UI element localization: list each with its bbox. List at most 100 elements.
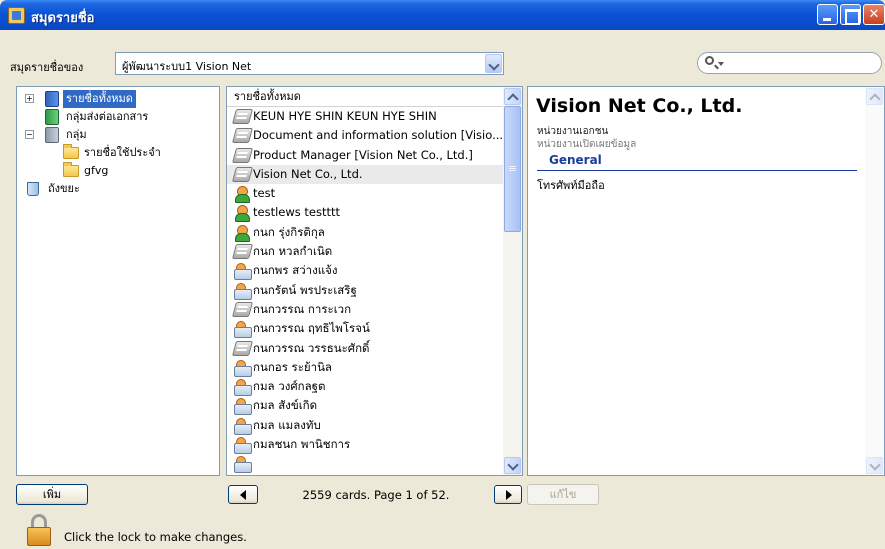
contact-name: KEUN HYE SHIN KEUN HYE SHIN	[253, 109, 437, 123]
detail-section-heading: General	[549, 153, 602, 167]
scroll-thumb[interactable]	[504, 106, 521, 232]
contact-row[interactable]: กนกวรรณ ฤทธิไพโรจน์	[227, 319, 503, 339]
window-title: สมุดรายชื่อ	[31, 11, 95, 26]
search-options-chevron-icon[interactable]	[718, 62, 724, 66]
contact-row[interactable]: กนกพร สว่างแจ้ง	[227, 261, 503, 281]
contact-name: กมล แมลงทับ	[253, 417, 321, 432]
title-bar[interactable]: สมุดรายชื่อ ✕	[0, 0, 885, 30]
minimize-icon[interactable]	[817, 4, 838, 25]
contact-row[interactable]: กนกวรรณ วรรธนะศักดิ์	[227, 339, 503, 358]
contact-list-body: KEUN HYE SHIN KEUN HYE SHIN Document and…	[227, 107, 503, 475]
person-icon	[234, 205, 251, 223]
card-icon	[234, 456, 252, 474]
tree-item-label: ถังขยะ	[48, 182, 80, 195]
contact-row[interactable]: Document and information solution [Visio…	[227, 126, 503, 145]
detail-field-mobile: โทรศัพท์มือถือ	[537, 179, 605, 192]
previous-page-icon[interactable]	[228, 485, 258, 504]
tree-item-label: รายชื่อใช้ประจำ	[84, 146, 161, 159]
forward-book-icon	[45, 109, 59, 125]
card-icon	[234, 321, 252, 339]
org-icon	[231, 244, 254, 260]
detail-contact-name: Vision Net Co., Ltd.	[536, 95, 743, 117]
contact-row[interactable]: กนก หวลกำเนิด	[227, 242, 503, 261]
contact-name: กนกพร สว่างแจ้ง	[253, 263, 338, 278]
tree-item-all-contacts[interactable]: + รายชื่อทั้งหมด	[23, 90, 219, 108]
maximize-icon[interactable]	[840, 4, 861, 25]
contact-name: Product Manager [Vision Net Co., Ltd.]	[253, 147, 473, 162]
contact-name: กมลชนก พานิชการ	[253, 437, 351, 452]
contact-list: รายชื่อทั้งหมด KEUN HYE SHIN KEUN HYE SH…	[226, 86, 523, 476]
detail-visibility: หน่วยงานเปิดเผยข้อมูล	[537, 139, 637, 150]
scroll-down-icon[interactable]	[866, 457, 883, 474]
contact-row[interactable]: testlews testttt	[227, 203, 503, 223]
contact-row[interactable]: KEUN HYE SHIN KEUN HYE SHIN	[227, 107, 503, 126]
card-icon	[234, 417, 252, 435]
addressbook-owner-select[interactable]: ผู้พัฒนาระบบ1 Vision Net	[115, 52, 504, 75]
person-icon	[234, 186, 251, 204]
org-icon	[231, 128, 254, 144]
contact-name: กนกวรรณ ฤทธิไพโรจน์	[253, 321, 370, 336]
org-icon	[231, 147, 254, 163]
contact-list-scrollbar[interactable]	[503, 87, 522, 475]
tree-item-frequent[interactable]: รายชื่อใช้ประจำ	[23, 144, 219, 162]
edit-button[interactable]: แก้ไข	[527, 484, 599, 505]
contact-name: กนก หวลกำเนิด	[253, 244, 333, 259]
card-icon	[234, 263, 252, 281]
card-icon	[234, 282, 252, 300]
tree-item-label: gfvg	[84, 164, 109, 177]
scroll-up-icon[interactable]	[866, 88, 883, 105]
contact-name: กนก รุ่งกิรติกุล	[253, 224, 325, 239]
tree-item-trash[interactable]: ถังขยะ	[23, 180, 219, 198]
add-button[interactable]: เพิ่ม	[16, 484, 88, 505]
tree-item-label: กลุ่ม	[66, 128, 87, 141]
contact-name: กนกวรรณ การะเวก	[253, 301, 352, 316]
collapse-minus-icon[interactable]: −	[25, 130, 34, 139]
org-icon	[231, 301, 254, 317]
addressbook-icon	[45, 91, 59, 107]
search-input[interactable]	[697, 52, 882, 74]
chevron-down-icon[interactable]	[485, 54, 502, 73]
contact-list-header[interactable]: รายชื่อทั้งหมด	[227, 87, 503, 107]
card-icon	[234, 398, 252, 416]
addressbook-owner-label: สมุดรายชื่อของ	[10, 61, 84, 74]
groups-tree: + รายชื่อทั้งหมด กลุ่มส่งต่อเอกสาร − กลุ…	[16, 86, 220, 476]
contact-row[interactable]: Product Manager [Vision Net Co., Ltd.]	[227, 146, 503, 165]
scroll-up-icon[interactable]	[504, 88, 521, 105]
contact-row[interactable]	[227, 454, 503, 474]
folder-icon	[63, 162, 79, 177]
tree-item-groups[interactable]: − กลุ่ม	[23, 126, 219, 144]
folder-people-icon	[63, 144, 79, 159]
lock-icon[interactable]	[27, 514, 51, 546]
next-page-icon[interactable]	[494, 485, 522, 504]
tree-item-label: รายชื่อทั้งหมด	[63, 90, 136, 108]
contact-name: กมล วงศ์กลฐต	[253, 379, 326, 394]
contact-name: กมล สังข์เกิด	[253, 398, 318, 413]
card-icon	[234, 379, 252, 397]
contact-row[interactable]: Vision Net Co., Ltd.	[227, 164, 503, 185]
contact-row[interactable]: กนกรัตน์ พรประเสริฐ	[227, 281, 503, 300]
contact-row[interactable]: กมล แมลงทับ	[227, 416, 503, 435]
org-icon	[231, 340, 254, 356]
org-icon	[231, 109, 254, 124]
detail-scrollbar[interactable]	[865, 87, 884, 475]
contact-name: test	[253, 186, 276, 201]
contact-row[interactable]: กมลชนก พานิชการ	[227, 435, 503, 455]
contact-row[interactable]: test	[227, 184, 503, 204]
tree-item-gfvg[interactable]: gfvg	[23, 162, 219, 180]
contact-name: Vision Net Co., Ltd.	[253, 166, 363, 181]
contact-row[interactable]: กนกอร ระย้านิล	[227, 358, 503, 377]
card-icon	[234, 437, 252, 455]
expand-plus-icon[interactable]: +	[25, 94, 34, 103]
tree-item-label: กลุ่มส่งต่อเอกสาร	[66, 110, 149, 123]
contact-row[interactable]: กนกวรรณ การะเวก	[227, 300, 503, 319]
contact-row[interactable]: กมล วงศ์กลฐต	[227, 377, 503, 397]
contact-row[interactable]: กมล สังข์เกิด	[227, 396, 503, 416]
contact-row[interactable]: กนก รุ่งกิรติกุล	[227, 223, 503, 242]
addressbook-owner-value: ผู้พัฒนาระบบ1 Vision Net	[122, 60, 252, 73]
tree-item-forward-group[interactable]: กลุ่มส่งต่อเอกสาร	[23, 108, 219, 126]
scroll-down-icon[interactable]	[504, 457, 521, 474]
search-icon[interactable]	[705, 56, 714, 65]
close-icon[interactable]: ✕	[863, 4, 885, 25]
contact-name: testlews testttt	[253, 205, 341, 220]
person-icon	[234, 224, 251, 242]
